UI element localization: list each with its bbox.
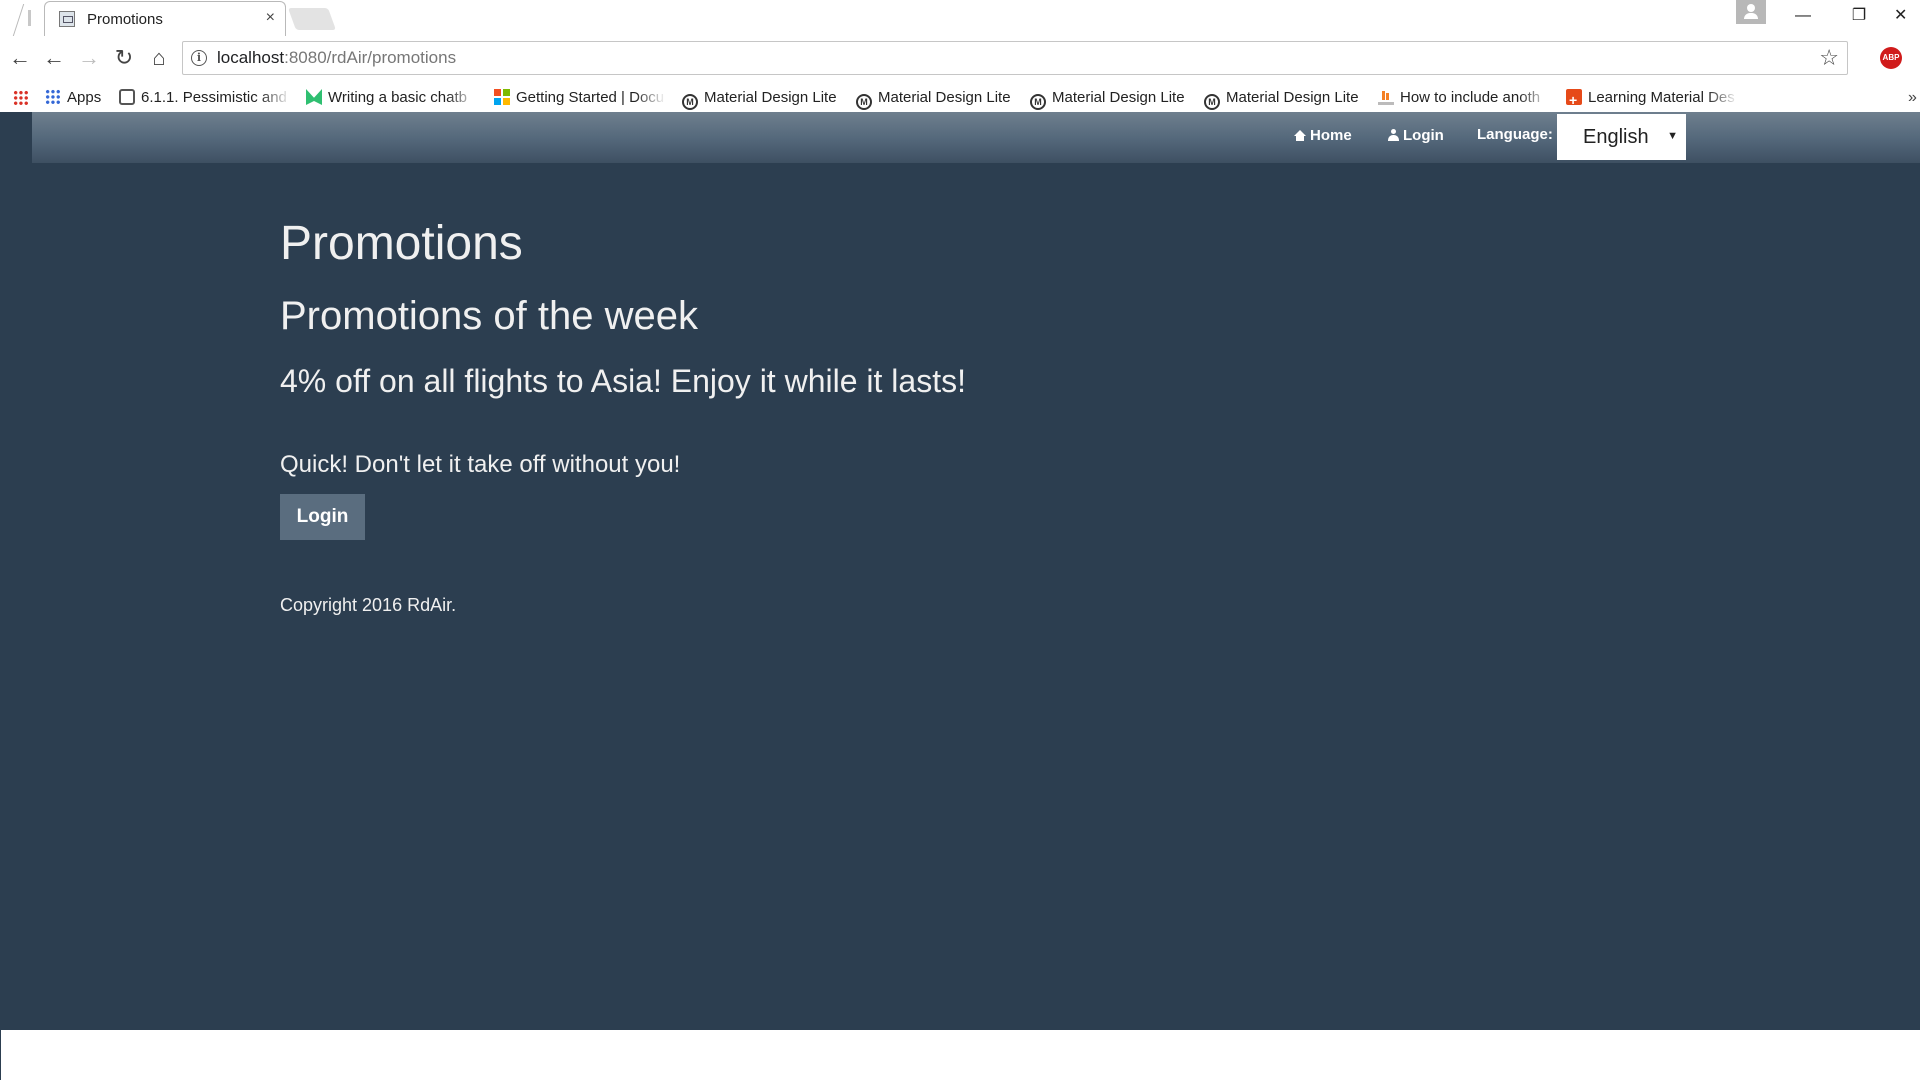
forward-button[interactable]: → (75, 44, 103, 72)
user-icon (1388, 129, 1399, 141)
stackoverflow-icon (1378, 89, 1394, 105)
bookmark-item[interactable]: How to include anoth (1378, 84, 1550, 112)
mdl-icon: M (682, 94, 698, 110)
chevron-down-icon: ▼ (1667, 130, 1678, 142)
tab-promotions[interactable]: Promotions × (44, 1, 286, 37)
nav-login-label: Login (1403, 127, 1444, 144)
bookmark-item[interactable]: M Material Design Lite (856, 84, 1011, 112)
back-arrow-icon[interactable]: ← (6, 44, 34, 72)
tab-stub-icon (28, 10, 31, 26)
bookmark-label: Material Design Lite (1052, 89, 1185, 106)
bookmark-label: Material Design Lite (878, 89, 1011, 106)
bookmark-item[interactable]: 6.1.1. Pessimistic and (119, 84, 291, 112)
bookmark-apps[interactable]: Apps (45, 84, 101, 112)
cta-text: Quick! Don't let it take off without you… (280, 451, 681, 478)
bookmark-item[interactable]: Writing a basic chatb (306, 84, 478, 112)
bookmark-item[interactable]: M Material Design Lite (1204, 84, 1359, 112)
bookmarks-overflow-button[interactable]: » (1908, 84, 1917, 112)
leaf-icon (306, 89, 322, 105)
bookmark-item[interactable]: Learning Material Des (1566, 84, 1738, 112)
language-label: Language: (1477, 126, 1553, 143)
browser-toolbar: ← ← → ↻ ⌂ i localhost:8080/rdAir/promoti… (0, 36, 1920, 84)
home-icon (1294, 130, 1306, 141)
bookmark-label: Material Design Lite (704, 89, 837, 106)
doc-icon (119, 89, 135, 105)
site-info-icon[interactable]: i (191, 50, 207, 66)
copyright-text: Copyright 2016 RdAir. (280, 595, 457, 615)
bookmarks-bar: Apps 6.1.1. Pessimistic and Writing a ba… (0, 84, 1920, 112)
page-bottom-area (0, 1030, 1920, 1080)
bookmark-label: Getting Started | Docu (516, 89, 665, 106)
page-subtitle: Promotions of the week (280, 294, 698, 338)
page-title: Promotions (280, 217, 523, 270)
page-favicon-icon (59, 11, 75, 27)
plus-icon (1566, 86, 1582, 112)
nav-login-link[interactable]: Login (1388, 127, 1444, 144)
new-tab-button[interactable] (287, 8, 337, 30)
profile-icon[interactable] (1736, 0, 1766, 24)
microsoft-icon (494, 89, 510, 105)
bookmark-item[interactable]: Getting Started | Docu (494, 84, 666, 112)
language-selected-value: English (1583, 126, 1649, 148)
window-restore-button[interactable]: ❐ (1836, 2, 1882, 30)
apps-grid-icon[interactable] (13, 90, 29, 106)
page-bottom-edge (0, 1030, 1, 1080)
bookmark-label: 6.1.1. Pessimistic and (141, 89, 287, 106)
url-host: localhost (217, 48, 285, 67)
mdl-icon: M (856, 94, 872, 110)
nav-home-link[interactable]: Home (1294, 127, 1352, 144)
apps-icon (45, 89, 61, 105)
bookmark-label: How to include anoth (1400, 89, 1541, 106)
address-bar[interactable]: i localhost:8080/rdAir/promotions ☆ (182, 41, 1848, 75)
home-button[interactable]: ⌂ (145, 44, 173, 72)
bookmark-item[interactable]: M Material Design Lite (1030, 84, 1185, 112)
window-close-button[interactable]: ✕ (1892, 2, 1920, 30)
page-body: Home Login Language: English ▼ Promotion… (0, 112, 1920, 1030)
bookmark-label: Learning Material Des (1588, 89, 1735, 106)
mdl-icon: M (1204, 94, 1220, 110)
url-text[interactable]: localhost:8080/rdAir/promotions (217, 48, 456, 68)
url-path: :8080/rdAir/promotions (284, 48, 457, 67)
window-minimize-button[interactable]: — (1780, 2, 1826, 30)
login-button[interactable]: Login (280, 494, 365, 540)
mdl-icon: M (1030, 94, 1046, 110)
back-button[interactable]: ← (40, 44, 68, 72)
bookmark-label: Material Design Lite (1226, 89, 1359, 106)
adblock-icon[interactable]: ABP (1880, 47, 1902, 69)
language-select[interactable]: English ▼ (1557, 114, 1686, 160)
bookmark-label: Apps (67, 89, 102, 106)
bookmark-label: Writing a basic chatb (328, 89, 467, 106)
tab-title: Promotions (87, 11, 163, 28)
tab-close-icon[interactable]: × (266, 9, 275, 27)
reload-button[interactable]: ↻ (110, 44, 138, 72)
bookmark-item[interactable]: M Material Design Lite (682, 84, 837, 112)
browser-tabstrip: Promotions × — ❐ ✕ (0, 0, 1920, 37)
bookmark-star-icon[interactable]: ☆ (1819, 45, 1839, 71)
site-navbar: Home Login Language: English ▼ (32, 112, 1920, 163)
promotion-text: 4% off on all flights to Asia! Enjoy it … (280, 363, 966, 399)
nav-home-label: Home (1310, 127, 1352, 144)
